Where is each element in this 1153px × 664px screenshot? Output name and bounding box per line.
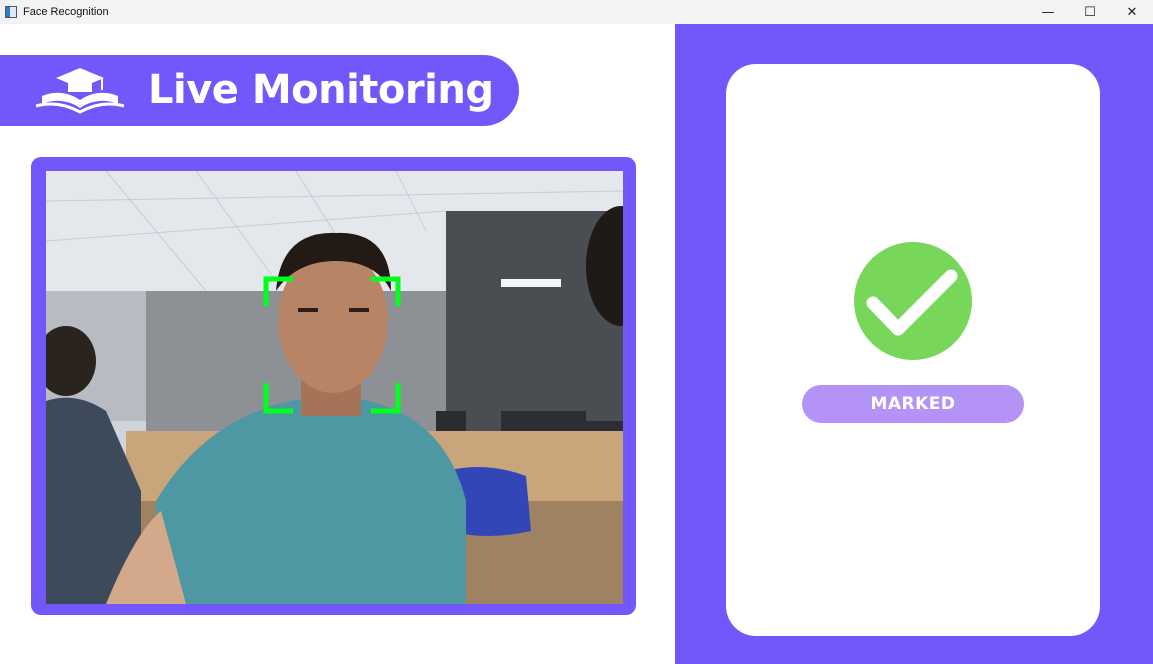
- window-controls: — ☐ ✕: [1027, 0, 1153, 24]
- status-panel: MARKED: [675, 24, 1153, 664]
- maximize-button[interactable]: ☐: [1069, 0, 1111, 24]
- status-card: MARKED: [726, 64, 1100, 636]
- title-bar[interactable]: Face Recognition — ☐ ✕: [0, 0, 1153, 24]
- app-icon: [5, 6, 17, 18]
- app-window: Face Recognition — ☐ ✕ Live Monitoring M…: [0, 0, 1153, 664]
- header-banner: Live Monitoring: [0, 55, 519, 126]
- graduation-cap-book-icon: [35, 68, 125, 114]
- window-title: Face Recognition: [23, 6, 109, 18]
- close-button[interactable]: ✕: [1111, 0, 1153, 24]
- webcam-image: [46, 171, 623, 604]
- camera-frame: [31, 157, 636, 615]
- status-badge: MARKED: [802, 385, 1024, 423]
- minimize-button[interactable]: —: [1027, 0, 1069, 24]
- webcam-feed: [46, 171, 623, 604]
- check-circle-icon: [854, 242, 972, 360]
- page-title: Live Monitoring: [148, 67, 494, 113]
